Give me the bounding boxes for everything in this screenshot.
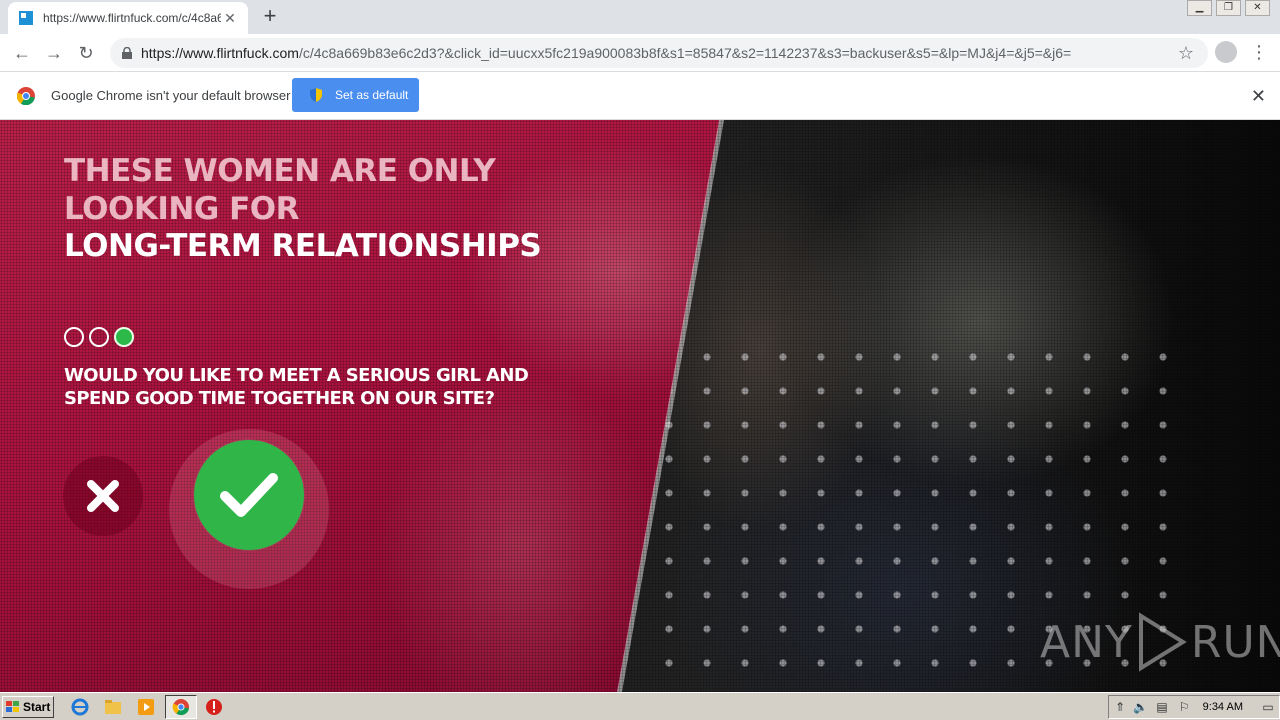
url-host: https://www.flirtnfuck.com	[141, 45, 299, 61]
internet-explorer-icon[interactable]	[71, 698, 89, 716]
infobar-message: Google Chrome isn't your default browser	[51, 88, 291, 103]
stop-sign-icon[interactable]	[205, 698, 223, 716]
start-button[interactable]: Start	[2, 696, 54, 718]
play-triangle-icon	[1138, 612, 1187, 672]
browser-toolbar: ← → ↻ https://www.flirtnfuck.com/c/4c8a6…	[0, 34, 1280, 72]
watermark-left-text: ANY	[1040, 616, 1133, 668]
profile-avatar-icon[interactable]	[1215, 41, 1237, 63]
restore-button[interactable]: ❐	[1216, 0, 1241, 16]
cross-icon	[87, 480, 119, 512]
site-favicon-icon	[19, 11, 33, 25]
question-text: WOULD YOU LIKE TO MEET A SERIOUS GIRL AN…	[64, 365, 529, 409]
url-path: /c/4c8a669b83e6c2d3?&click_id=uucxx5fc21…	[298, 45, 1072, 61]
step-indicator	[64, 327, 139, 347]
tab-strip: https://www.flirtnfuck.com/c/4c8a669b83e…	[0, 0, 1280, 34]
minimize-button[interactable]: ▁	[1187, 0, 1212, 16]
chrome-menu-icon[interactable]: ⋮	[1250, 41, 1268, 63]
infobar-close-icon[interactable]: ✕	[1251, 86, 1266, 107]
windows-flag-icon	[6, 701, 19, 712]
tray-expand-icon[interactable]: ⇑	[1113, 700, 1127, 714]
media-player-icon[interactable]	[137, 698, 155, 716]
new-tab-button[interactable]: +	[259, 5, 281, 28]
lock-icon	[122, 47, 132, 59]
windows-taskbar: Start ⇑ 🔈 ▤ ⚐ 9:34 AM ▭	[0, 692, 1280, 720]
step-dot-active	[114, 327, 134, 347]
network-icon[interactable]: ▤	[1155, 700, 1169, 714]
start-label: Start	[23, 700, 51, 714]
default-browser-infobar: Google Chrome isn't your default browser…	[0, 72, 1280, 120]
landing-page: THESE WOMEN ARE ONLY LOOKING FOR LONG-TE…	[0, 120, 1280, 692]
yes-button[interactable]	[194, 440, 304, 550]
anyrun-watermark: ANY RUN	[1040, 612, 1280, 672]
back-icon[interactable]: ←	[10, 41, 34, 65]
clock[interactable]: 9:34 AM	[1203, 701, 1243, 713]
no-button[interactable]	[63, 456, 143, 536]
address-bar[interactable]: https://www.flirtnfuck.com/c/4c8a669b83e…	[110, 38, 1208, 68]
uac-shield-icon	[310, 88, 322, 102]
watermark-right-text: RUN	[1190, 616, 1280, 668]
set-as-default-label: Set as default	[335, 88, 409, 102]
volume-icon[interactable]: 🔈	[1133, 700, 1148, 714]
bookmark-star-icon[interactable]: ☆	[1178, 43, 1194, 64]
chrome-logo-icon	[17, 87, 35, 105]
headline-emphasis: LONG-TERM RELATIONSHIPS	[64, 228, 542, 264]
step-dot	[64, 327, 84, 347]
tab-title: https://www.flirtnfuck.com/c/4c8a669b83e…	[43, 11, 221, 25]
browser-tab[interactable]: https://www.flirtnfuck.com/c/4c8a669b83e…	[8, 2, 248, 34]
reload-icon[interactable]: ↻	[74, 41, 98, 65]
step-dot	[89, 327, 109, 347]
headline-intro: THESE WOMEN ARE ONLY LOOKING FOR	[64, 153, 496, 227]
show-desktop-icon[interactable]: ▭	[1261, 700, 1275, 714]
url-text[interactable]: https://www.flirtnfuck.com/c/4c8a669b83e…	[141, 45, 1171, 61]
chrome-taskbar-icon	[172, 699, 189, 716]
tab-close-icon[interactable]: ✕	[222, 10, 238, 26]
forward-icon[interactable]: →	[42, 41, 66, 65]
system-tray: ⇑ 🔈 ▤ ⚐ 9:34 AM ▭	[1108, 695, 1280, 719]
checkmark-icon	[220, 473, 278, 517]
window-controls: ▁ ❐ ✕	[1183, 0, 1270, 16]
action-center-flag-icon[interactable]: ⚐	[1177, 700, 1191, 714]
set-as-default-button[interactable]: Set as default	[292, 78, 419, 112]
close-window-button[interactable]: ✕	[1245, 0, 1270, 16]
file-explorer-icon[interactable]	[104, 698, 122, 716]
